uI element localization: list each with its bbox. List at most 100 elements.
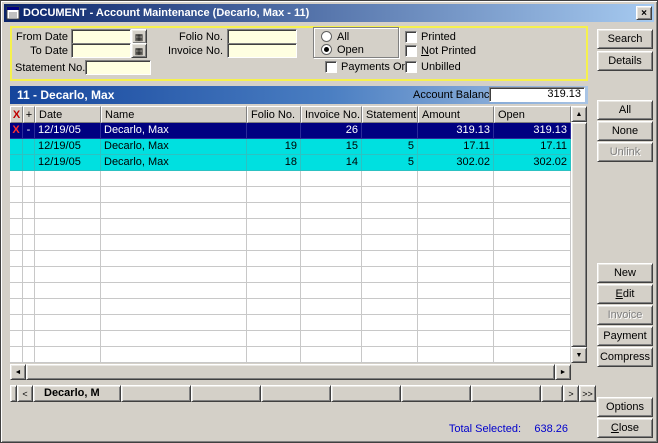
cell-invoice[interactable]: 15 [301, 139, 362, 155]
cell-invoice[interactable]: 26 [301, 123, 362, 139]
col-header-open[interactable]: Open [494, 106, 571, 123]
from-date-input[interactable] [71, 29, 131, 44]
cell-date [35, 251, 101, 267]
cell-x[interactable]: X [10, 123, 23, 139]
cell-statement [362, 187, 418, 203]
cell-name[interactable]: Decarlo, Max [101, 155, 247, 171]
col-header-folio[interactable]: Folio No. [247, 106, 301, 123]
table-row[interactable]: X-12/19/05Decarlo, Max 26 319.13319.13 [10, 123, 571, 139]
scroll-down-icon[interactable]: ▼ [571, 347, 587, 363]
cell-open [494, 219, 571, 235]
invoice-no-input[interactable] [227, 43, 297, 58]
cell-name[interactable]: Decarlo, Max [101, 123, 247, 139]
account-balance-label: Account Balance [413, 89, 496, 101]
none-button[interactable]: None [597, 121, 653, 141]
cell-name [101, 187, 247, 203]
horizontal-scrollbar[interactable]: ◄ ► [10, 364, 571, 380]
to-date-calendar-icon[interactable]: ▦ [131, 43, 147, 58]
table-row[interactable]: 12/19/05Decarlo, Max18145302.02302.02 [10, 155, 571, 171]
details-button[interactable]: Details [597, 51, 653, 71]
cell-folio[interactable]: 18 [247, 155, 301, 171]
from-date-calendar-icon[interactable]: ▦ [131, 29, 147, 44]
cell-amount[interactable]: 17.11 [418, 139, 494, 155]
cell-amount[interactable]: 302.02 [418, 155, 494, 171]
cell-date [35, 315, 101, 331]
cell-plus [23, 219, 35, 235]
cell-x[interactable] [10, 155, 23, 171]
cell-statement[interactable]: 5 [362, 155, 418, 171]
vertical-scrollbar[interactable]: ▲ ▼ [571, 106, 587, 363]
cell-open [494, 203, 571, 219]
scroll-left-icon[interactable]: ◄ [10, 364, 26, 380]
all-button[interactable]: All [597, 100, 653, 120]
printed-checkbox[interactable] [405, 31, 417, 43]
col-header-invoice[interactable]: Invoice No. [301, 106, 362, 123]
cell-date[interactable]: 12/19/05 [35, 155, 101, 171]
documents-grid: X + Date Name Folio No. Invoice No. Stat… [10, 106, 571, 363]
cell-statement[interactable] [362, 123, 418, 139]
tab-active[interactable]: Decarlo, M [33, 385, 121, 402]
to-date-input[interactable] [71, 43, 131, 58]
tab-prev-button[interactable]: < [17, 385, 33, 402]
cell-x[interactable] [10, 139, 23, 155]
col-header-statement[interactable]: Statement [362, 106, 418, 123]
cell-plus[interactable] [23, 155, 35, 171]
edit-button[interactable]: Edit [597, 284, 653, 304]
radio-open[interactable] [321, 44, 332, 55]
col-header-date[interactable]: Date [35, 106, 101, 123]
scroll-up-icon[interactable]: ▲ [571, 106, 587, 122]
statement-no-input[interactable] [85, 60, 151, 75]
not-printed-checkbox[interactable] [405, 45, 417, 57]
search-button[interactable]: Search [597, 29, 653, 49]
cell-date[interactable]: 12/19/05 [35, 139, 101, 155]
empty-row [10, 235, 571, 251]
empty-row [10, 347, 571, 363]
close-button-label: Close [598, 420, 652, 436]
cell-invoice [301, 251, 362, 267]
cell-amount[interactable]: 319.13 [418, 123, 494, 139]
col-header-amount[interactable]: Amount [418, 106, 494, 123]
col-header-plus[interactable]: + [23, 106, 35, 123]
vertical-scrollbar-thumb[interactable] [571, 122, 587, 347]
cell-name[interactable]: Decarlo, Max [101, 139, 247, 155]
close-button[interactable]: Close [597, 418, 653, 438]
cell-folio[interactable]: 19 [247, 139, 301, 155]
cell-invoice[interactable]: 14 [301, 155, 362, 171]
radio-all[interactable] [321, 31, 332, 42]
total-selected-label: Total Selected: [421, 423, 521, 435]
payments-only-checkbox[interactable] [325, 61, 337, 73]
cell-open [494, 315, 571, 331]
cell-plus[interactable] [23, 139, 35, 155]
folio-no-input[interactable] [227, 29, 297, 44]
col-header-x[interactable]: X [10, 106, 23, 123]
cell-open[interactable]: 319.13 [494, 123, 571, 139]
new-button[interactable]: New [597, 263, 653, 283]
cell-invoice [301, 171, 362, 187]
cell-statement[interactable]: 5 [362, 139, 418, 155]
cell-name [101, 347, 247, 363]
scroll-right-icon[interactable]: ► [555, 364, 571, 380]
cell-plus[interactable]: - [23, 123, 35, 139]
cell-folio [247, 235, 301, 251]
tab-next-button[interactable]: > [563, 385, 579, 402]
cell-plus [23, 203, 35, 219]
titlebar[interactable]: DOCUMENT - Account Maintenance (Decarlo,… [4, 4, 654, 22]
compress-button[interactable]: Compress [597, 347, 653, 367]
tab-last-button[interactable]: >> [579, 385, 596, 402]
horizontal-scrollbar-thumb[interactable] [26, 364, 555, 380]
cell-open [494, 251, 571, 267]
table-row[interactable]: 12/19/05Decarlo, Max1915517.1117.11 [10, 139, 571, 155]
cell-date[interactable]: 12/19/05 [35, 123, 101, 139]
folio-no-label: Folio No. [151, 31, 223, 44]
options-button-label: Options [598, 399, 652, 415]
cell-open[interactable]: 302.02 [494, 155, 571, 171]
empty-row [10, 299, 571, 315]
close-icon[interactable]: × [636, 6, 652, 20]
col-header-name[interactable]: Name [101, 106, 247, 123]
cell-open[interactable]: 17.11 [494, 139, 571, 155]
options-button[interactable]: Options [597, 397, 653, 417]
unbilled-checkbox[interactable] [405, 61, 417, 73]
cell-x [10, 203, 23, 219]
cell-folio[interactable] [247, 123, 301, 139]
payment-button[interactable]: Payment [597, 326, 653, 346]
